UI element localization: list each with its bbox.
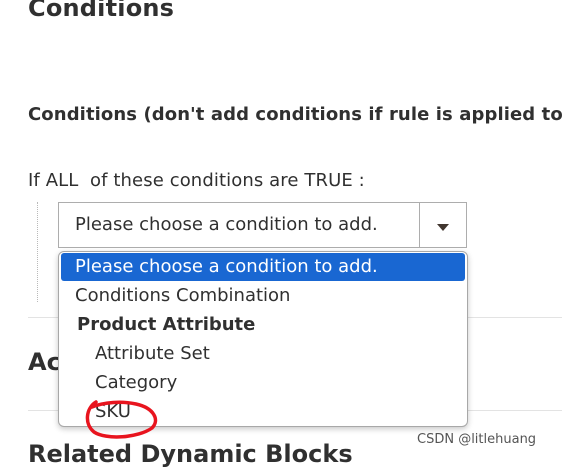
chevron-down-icon (437, 224, 449, 231)
value-toggle[interactable]: TRUE (304, 170, 352, 191)
option-category[interactable]: Category (61, 369, 465, 397)
aggregator-toggle[interactable]: ALL (46, 170, 79, 191)
related-dynamic-blocks-title[interactable]: Related Dynamic Blocks (28, 440, 353, 468)
rule-prefix: If (28, 170, 40, 191)
rule-suffix: : (358, 170, 365, 191)
option-please-choose[interactable]: Please choose a condition to add. (61, 253, 465, 281)
actions-section-title[interactable]: Ac (28, 348, 61, 376)
red-circle-annotation (85, 400, 158, 439)
page-title: Conditions (28, 0, 175, 22)
watermark-text: CSDN @litlehuang (417, 432, 537, 447)
rule-sentence: If ALL of these conditions are TRUE : (28, 170, 365, 191)
optgroup-product-attribute: Product Attribute (77, 314, 256, 335)
rule-middle-text: of these conditions are (90, 170, 299, 191)
select-arrow-button[interactable] (419, 203, 466, 247)
option-attribute-set[interactable]: Attribute Set (61, 340, 465, 368)
conditions-fieldset-legend: Conditions (don't add conditions if rule… (28, 104, 562, 125)
select-current-value: Please choose a condition to add. (75, 214, 378, 235)
new-condition-select[interactable]: Please choose a condition to add. (58, 202, 467, 248)
condition-tree-line (37, 202, 38, 302)
option-conditions-combination[interactable]: Conditions Combination (61, 282, 465, 310)
